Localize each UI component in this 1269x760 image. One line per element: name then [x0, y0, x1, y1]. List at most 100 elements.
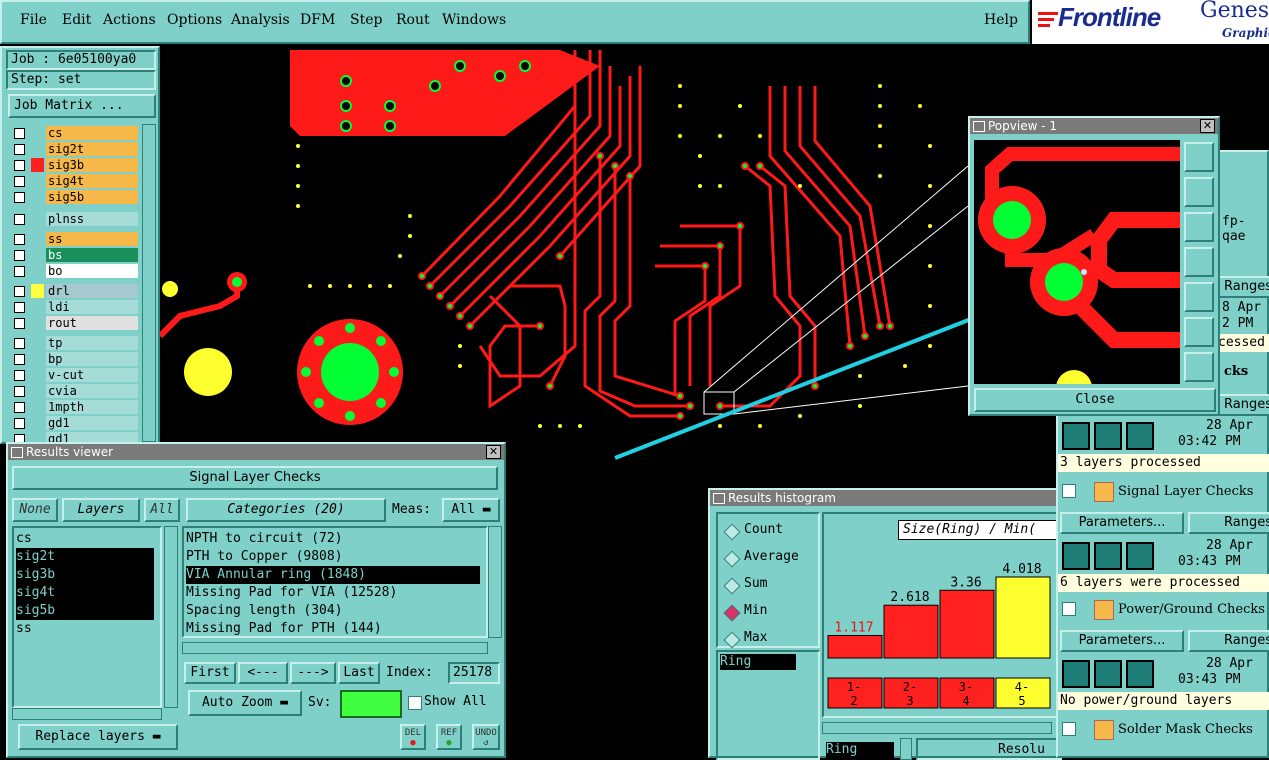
zoom-fit-icon[interactable]	[1184, 142, 1214, 172]
ranges-button-2[interactable]: Ranges	[1188, 512, 1269, 534]
layer-color-marker[interactable]	[31, 142, 44, 156]
list-item[interactable]: cs	[16, 530, 154, 548]
layer-name[interactable]: bo	[46, 264, 138, 278]
layer-result-hscrollbar[interactable]	[12, 708, 162, 720]
category-item[interactable]: PTH to Copper (9808)	[186, 548, 480, 566]
none-button[interactable]: None	[12, 498, 58, 522]
meas-select[interactable]: All ▬	[442, 498, 500, 522]
radio-min[interactable]	[723, 604, 741, 622]
run-check-icon-2[interactable]	[1094, 422, 1122, 450]
ring-field-2[interactable]: Ring	[826, 742, 894, 758]
signal-checks-label[interactable]: Signal Layer Checks	[1118, 484, 1253, 499]
layer-checkbox[interactable]	[14, 214, 25, 225]
run-check-icon-4[interactable]	[1062, 542, 1090, 570]
layer-name[interactable]: ss	[46, 232, 138, 246]
parameters-button-1[interactable]: Parameters...	[1060, 512, 1184, 534]
layer-row[interactable]: drl	[12, 284, 142, 299]
popview-canvas[interactable]	[974, 140, 1180, 384]
show-all-checkbox[interactable]	[408, 696, 422, 710]
category-item[interactable]: NPTH to circuit (72)	[186, 530, 480, 548]
sv-color-select[interactable]	[340, 690, 402, 718]
layer-color-marker[interactable]	[31, 126, 44, 140]
layer-color-marker[interactable]	[31, 232, 44, 246]
menu-dfm[interactable]: DFM	[300, 12, 335, 28]
histogram-hscrollbar[interactable]	[822, 722, 1052, 734]
layer-row[interactable]: bs	[12, 248, 142, 263]
option-label[interactable]: Count	[744, 522, 783, 537]
layer-color-marker[interactable]	[31, 248, 44, 262]
categories-button[interactable]: Categories (20)	[186, 498, 386, 522]
layer-checkbox[interactable]	[14, 144, 25, 155]
layer-name[interactable]: bs	[46, 248, 138, 262]
menu-help[interactable]: Help	[984, 12, 1018, 28]
layer-checkbox[interactable]	[14, 418, 25, 429]
layer-name[interactable]: gd1	[46, 416, 138, 430]
menu-rout[interactable]: Rout	[396, 12, 430, 28]
ref-button[interactable]: REF ●	[436, 724, 462, 750]
layer-checkbox[interactable]	[14, 266, 25, 277]
ranges-button-1[interactable]: Ranges	[1218, 394, 1269, 416]
menu-step[interactable]: Step	[350, 12, 382, 28]
layer-row[interactable]: sig3b	[12, 158, 142, 173]
undo-button[interactable]: UNDO ↺	[472, 724, 500, 750]
run-check-icon[interactable]	[1062, 422, 1090, 450]
layer-row[interactable]: bp	[12, 352, 142, 367]
layer-checkbox[interactable]	[14, 128, 25, 139]
layer-result-list[interactable]: cs sig2t sig3b sig4t sig5b ss	[12, 526, 162, 708]
run-check-icon-3[interactable]	[1126, 422, 1154, 450]
run-check-icon-5[interactable]	[1094, 542, 1122, 570]
layer-name[interactable]: sig4t	[46, 174, 138, 188]
job-matrix-button[interactable]: Job Matrix ...	[8, 94, 156, 118]
layer-checkbox[interactable]	[14, 176, 25, 187]
histogram-bar[interactable]	[939, 589, 995, 659]
pan-left-icon[interactable]	[1184, 247, 1214, 277]
radio-average[interactable]	[723, 550, 741, 568]
layer-name[interactable]: sig5b	[46, 190, 138, 204]
layer-color-marker[interactable]	[31, 174, 44, 188]
signal-checks-checkbox[interactable]	[1062, 484, 1076, 498]
list-item[interactable]: sig3b	[16, 566, 154, 584]
layer-checkbox[interactable]	[14, 370, 25, 381]
list-item[interactable]: sig4t	[16, 584, 154, 602]
list-item[interactable]: ss	[16, 620, 154, 638]
layer-result-scrollbar[interactable]	[164, 526, 178, 708]
category-item[interactable]: Missing Pad for PTH (144)	[186, 620, 480, 638]
layer-color-marker[interactable]	[31, 352, 44, 366]
layer-row[interactable]: tp	[12, 336, 142, 351]
radio-sum[interactable]	[723, 577, 741, 595]
radio-count[interactable]	[723, 523, 741, 541]
layer-color-marker[interactable]	[31, 336, 44, 350]
category-item[interactable]: Spacing length (304)	[186, 602, 480, 620]
run-check-icon-8[interactable]	[1094, 660, 1122, 688]
layer-checkbox[interactable]	[14, 318, 25, 329]
layer-row[interactable]: rout	[12, 316, 142, 331]
category-item[interactable]: Missing Pad for VIA (12528)	[186, 584, 480, 602]
layer-name[interactable]: sig3b	[46, 158, 138, 172]
category-hscrollbar[interactable]	[182, 642, 488, 654]
menu-options[interactable]: Options	[167, 12, 222, 28]
layer-row[interactable]: sig5b	[12, 190, 142, 205]
layer-name[interactable]: ldi	[46, 300, 138, 314]
layer-row[interactable]: gd1	[12, 416, 142, 431]
solder-checks-label[interactable]: Solder Mask Checks	[1118, 722, 1253, 737]
layer-color-marker[interactable]	[31, 368, 44, 382]
histogram-bar[interactable]	[995, 576, 1051, 659]
ranges-button-0[interactable]: Ranges	[1218, 276, 1269, 298]
option-label[interactable]: Sum	[744, 576, 767, 591]
close-icon[interactable]: ✕	[486, 445, 501, 459]
histogram-bar[interactable]	[827, 634, 883, 659]
list-item[interactable]: sig2t	[16, 548, 154, 566]
replace-layers-button[interactable]: Replace layers ▬	[18, 724, 178, 750]
option-label[interactable]: Average	[744, 549, 799, 564]
layer-checkbox[interactable]	[14, 402, 25, 413]
layer-row[interactable]: ldi	[12, 300, 142, 315]
layer-name[interactable]: rout	[46, 316, 138, 330]
layer-color-marker[interactable]	[31, 158, 44, 172]
layer-color-marker[interactable]	[31, 212, 44, 226]
layer-color-marker[interactable]	[31, 384, 44, 398]
auto-zoom-button[interactable]: Auto Zoom ▬	[188, 690, 302, 716]
radio-max[interactable]	[723, 631, 741, 649]
close-icon[interactable]: ✕	[1200, 119, 1215, 133]
layer-name[interactable]: tp	[46, 336, 138, 350]
layer-color-marker[interactable]	[31, 316, 44, 330]
